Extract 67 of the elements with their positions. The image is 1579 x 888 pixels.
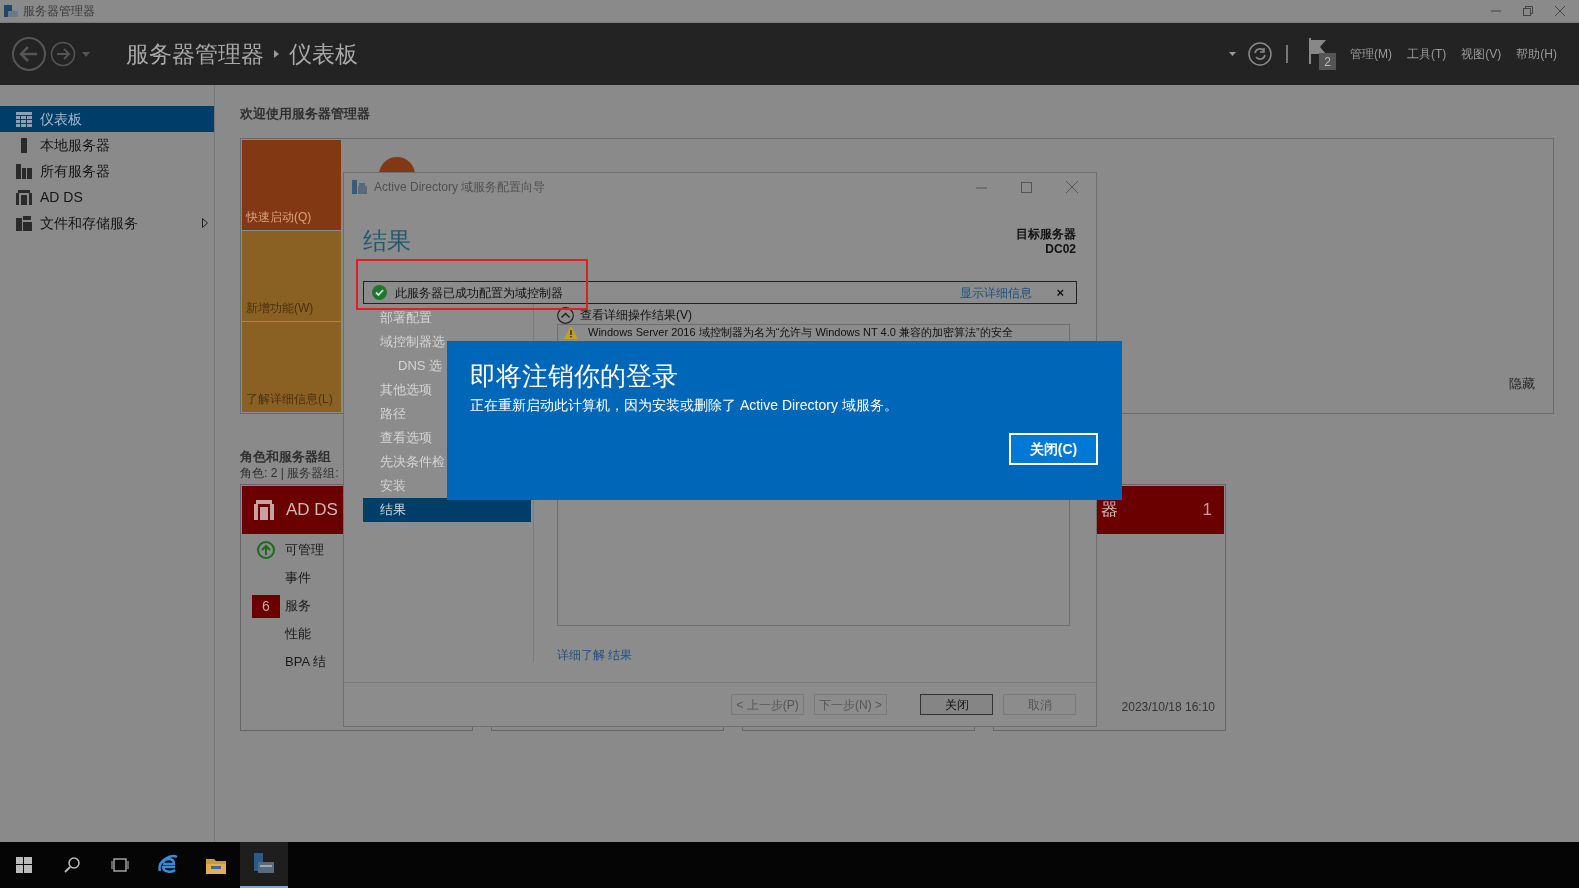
adds-icon	[254, 500, 274, 520]
breadcrumb-item[interactable]: 服务器管理器	[126, 36, 264, 72]
start-icon	[16, 857, 32, 873]
dialog-heading: 即将注销你的登录	[470, 360, 679, 393]
hide-link[interactable]: 隐藏	[1509, 373, 1535, 393]
role-row-label[interactable]: 事件	[285, 568, 311, 588]
restore-icon[interactable]	[1523, 6, 1533, 16]
window-title: 服务器管理器	[23, 3, 95, 20]
browser-icon	[157, 854, 179, 876]
taskview-icon	[111, 857, 129, 873]
wizard-button[interactable]: 关闭	[920, 694, 993, 715]
sidebar-item[interactable]: AD DS	[0, 184, 214, 210]
taskbar-servermanager-button[interactable]	[240, 842, 288, 888]
section-title: 角色和服务器组	[240, 449, 331, 465]
refresh-icon[interactable]	[1248, 42, 1272, 66]
server-manager-icon	[3, 3, 19, 19]
quick-start-tile[interactable]: 快速启动(Q)	[242, 140, 341, 230]
wizard-icon	[352, 180, 368, 194]
show-details-link[interactable]: 显示详细信息	[960, 283, 1033, 302]
wizard-step[interactable]: 结果	[363, 498, 531, 522]
servers-icon	[16, 163, 32, 179]
close-icon[interactable]	[1555, 6, 1565, 16]
search-icon	[63, 856, 81, 874]
menu-item[interactable]: 帮助(H)	[1516, 45, 1557, 63]
sidebar-item[interactable]: 所有服务器	[0, 158, 214, 184]
page-heading: 结果	[363, 227, 411, 255]
warning-icon	[564, 326, 578, 339]
dialog-message: 正在重新启动此计算机，因为安装或删除了 Active Directory 域服务。	[470, 396, 899, 415]
notifications-flag[interactable]: 2	[1308, 38, 1336, 70]
role-row-label[interactable]: 可管理	[285, 540, 324, 560]
roles-summary: 角色: 2 | 服务器组:	[240, 465, 339, 481]
close-icon[interactable]	[1066, 181, 1078, 193]
section-title: 欢迎使用服务器管理器	[240, 105, 371, 122]
count: 1	[1202, 499, 1212, 522]
timestamp: 2023/10/18 16:10	[1121, 699, 1215, 716]
target-label: 目标服务器	[1016, 227, 1076, 242]
back-icon[interactable]	[11, 36, 47, 72]
sidebar-item[interactable]: 仪表板	[0, 106, 214, 132]
learn-more-link[interactable]: 详细了解 结果	[557, 646, 633, 664]
dropdown-icon[interactable]	[1229, 52, 1236, 56]
notice-text: 此服务器已成功配置为域控制器	[395, 284, 563, 302]
close-button[interactable]: 关闭(C)	[1009, 433, 1098, 465]
role-row-label[interactable]: BPA 结	[285, 652, 326, 672]
menu-item[interactable]: 管理(M)	[1350, 45, 1392, 63]
adds-icon	[16, 189, 32, 205]
dashboard-icon	[16, 111, 32, 127]
collapse-icon	[557, 306, 574, 324]
result-message: Windows Server 2016 域控制器为名为“允许与 Windows NT 4.0 兼容的加密算法”的安全	[588, 326, 1013, 339]
dismiss-button[interactable]: ×	[1056, 282, 1064, 303]
forward-icon[interactable]	[50, 41, 76, 67]
breadcrumb-item: 仪表板	[289, 39, 358, 69]
folder-icon	[206, 856, 226, 874]
breadcrumb-separator-icon	[274, 50, 279, 58]
status-ok-icon	[257, 541, 275, 559]
check-circle-icon	[372, 285, 387, 300]
sidebar-item[interactable]: 本地服务器	[0, 132, 214, 158]
files-icon	[16, 215, 32, 231]
role-row-label[interactable]: 性能	[285, 624, 311, 644]
menu-item[interactable]: 视图(V)	[1461, 45, 1502, 63]
sidebar-item[interactable]: 文件和存储服务	[0, 210, 214, 236]
target-server: DC02	[1045, 242, 1076, 257]
role-row-label[interactable]: 服务	[285, 596, 311, 616]
servermanager-icon	[252, 853, 276, 875]
count-badge: 6	[252, 594, 280, 618]
details-toggle[interactable]: 查看详细操作结果(V)	[557, 306, 692, 324]
maximize-icon[interactable]	[1021, 181, 1032, 193]
menu-item[interactable]: 工具(T)	[1407, 45, 1447, 63]
